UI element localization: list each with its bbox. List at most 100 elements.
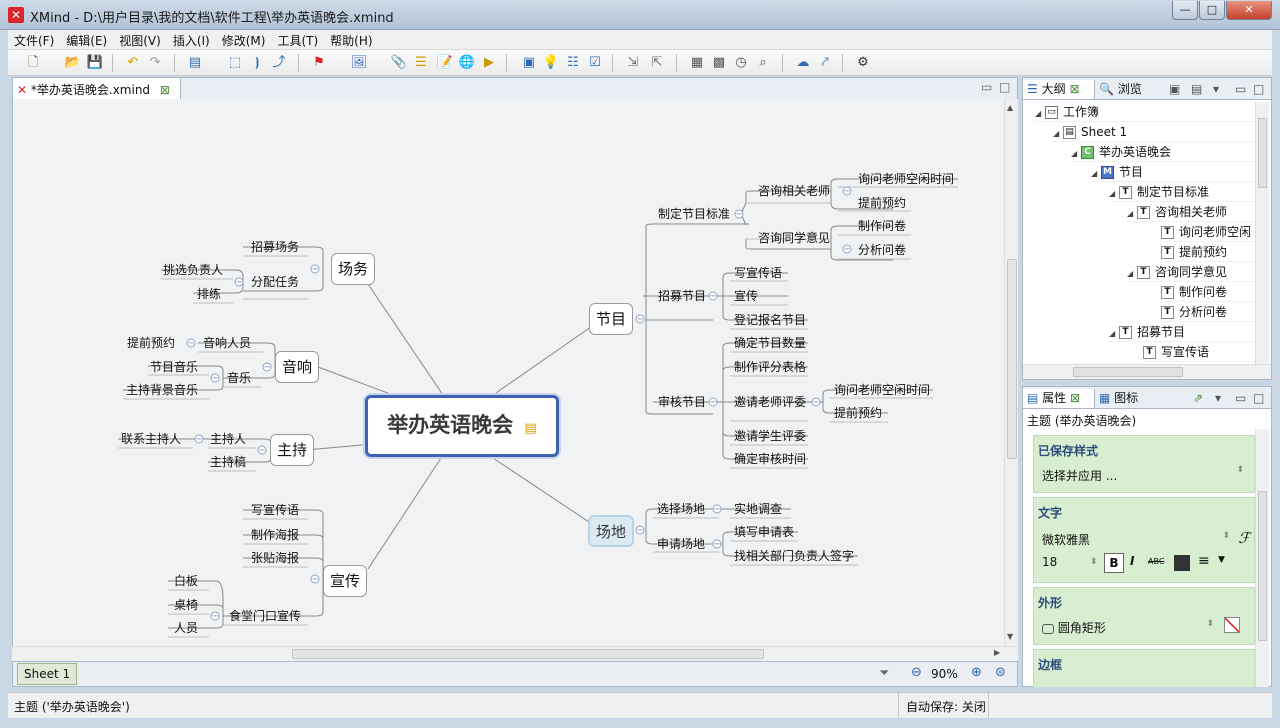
outline-row[interactable]: ◢ T 咨询同学意见 [1127,262,1255,282]
fill-color-swatch[interactable] [1224,617,1240,633]
menu-insert[interactable]: 插入(I) [167,30,216,51]
subtopic[interactable]: 写宣传语 [251,502,299,518]
outline-row[interactable]: T 提前预约 [1161,242,1255,262]
outline-row[interactable]: T 写宣传语 [1143,342,1255,362]
subtopic[interactable]: 申请场地 [657,536,705,552]
zoom-page-icon[interactable]: ⌕ [754,54,772,72]
collapse-toggle[interactable]: − [257,445,267,455]
drill-up-icon[interactable]: ⇱ [648,54,666,72]
subtopic[interactable]: 分配任务 [251,274,299,290]
subtopic[interactable]: 咨询同学意见 [758,230,830,246]
view-menu-icon[interactable]: ▾ [1215,389,1221,408]
subtopic[interactable]: 白板 [174,573,198,589]
outline-row[interactable]: ◢ C 举办英语晚会 [1071,142,1255,162]
menu-modify[interactable]: 修改(M) [216,30,272,51]
autosave-status[interactable]: 自动保存: 关闭 [906,698,986,715]
close-tab-icon[interactable]: ⊠ [160,83,170,97]
italic-toggle[interactable]: I [1130,554,1134,568]
subtopic[interactable]: 音乐 [227,370,251,386]
brainstorm-icon[interactable]: 💡 [542,54,560,72]
collapse-toggle[interactable]: − [712,504,722,514]
menu-tools[interactable]: 工具(T) [271,30,324,51]
minimize-button[interactable]: — [1172,1,1198,20]
collapse-toggle[interactable]: − [210,373,220,383]
subtopic[interactable]: 提前预约 [834,405,882,421]
style-apply-icon[interactable]: ⇗ [1193,389,1203,408]
settings-gear-icon[interactable]: ⚙ [854,54,872,72]
image-icon[interactable]: 🖼 [350,54,368,72]
subtopic[interactable]: 审核节目 [658,394,706,410]
collapse-toggle[interactable]: − [262,362,272,372]
audio-note-icon[interactable]: ▶ [480,54,498,72]
central-topic[interactable]: 举办英语晚会 ▤ [365,395,559,457]
minimize-panel-icon[interactable]: ▭ [1235,80,1246,99]
subtopic[interactable]: 确定审核时间 [734,451,806,467]
horizontal-scrollbar[interactable]: ▶ [12,646,1018,661]
outline-row[interactable]: T 分析问卷 [1161,302,1255,322]
collapse-toggle[interactable]: − [310,574,320,584]
presentation-icon[interactable]: ▣ [520,54,538,72]
outline-row[interactable]: ◢ ▭ 工作簿 [1035,102,1255,122]
subtopic[interactable]: 询问老师空闲时间 [858,171,954,187]
subtopic[interactable]: 食堂门口宣传 [229,608,301,624]
subtopic[interactable]: 节目音乐 [150,359,198,375]
map-icon[interactable]: ▩ [710,54,728,72]
collapse-toggle[interactable]: − [234,277,244,287]
horizontal-scroll-thumb[interactable] [292,649,764,659]
upload-icon[interactable]: ☁ [794,54,812,72]
task-icon[interactable]: ☑ [586,54,604,72]
subtopic[interactable]: 邀请老师评委 [734,394,806,410]
redo-icon[interactable]: ↷ [146,54,164,72]
vertical-scrollbar[interactable]: ▲ ▼ [1004,99,1018,646]
tab-icons[interactable]: ▦ 图标 [1099,389,1169,408]
subtopic[interactable]: 排练 [197,286,221,302]
view-menu-icon[interactable]: ▾ [1213,80,1219,99]
zoom-fit-icon[interactable]: ⊜ [995,665,1006,680]
gantt-icon[interactable]: ☷ [564,54,582,72]
open-folder-icon[interactable]: 📂 [64,54,82,72]
subtopic[interactable]: 音响人员 [203,335,251,351]
subtopic[interactable]: 咨询相关老师 [758,183,830,199]
outline-row[interactable]: ◢ M 节目 [1091,162,1255,182]
outline-row[interactable]: ◢ ▤ Sheet 1 [1053,122,1255,142]
drill-down-icon[interactable]: ⇲ [624,54,642,72]
minimize-editor-icon[interactable]: ▭ [981,80,992,94]
collapse-toggle[interactable]: − [635,525,645,535]
collapse-toggle[interactable]: − [708,397,718,407]
collapse-all-icon[interactable]: ▣ [1169,80,1180,99]
hyperlink-icon[interactable]: 🌐 [458,54,476,72]
text-color-swatch[interactable] [1174,555,1190,571]
subtopic[interactable]: 主持背景音乐 [126,382,198,398]
collapse-toggle[interactable]: − [842,244,852,254]
clock-icon[interactable]: ◷ [732,54,750,72]
subtopic[interactable]: 联系主持人 [121,431,181,447]
bold-toggle[interactable]: B [1104,553,1124,573]
tab-browse[interactable]: 🔍 浏览 [1099,80,1169,99]
collapse-toggle[interactable]: − [194,434,204,444]
menu-edit[interactable]: 编辑(E) [60,30,113,51]
font-size-field[interactable]: 18 [1042,555,1057,569]
filter-icon[interactable]: ⏷ [879,666,889,681]
subtopic[interactable]: 实地调查 [734,501,782,517]
subtopic[interactable]: 挑选负责人 [163,262,223,278]
topic-zhuchi[interactable]: 主持 [270,434,314,466]
subtopic[interactable]: 提前预约 [858,195,906,211]
font-picker-icon[interactable]: ℱ [1238,529,1250,547]
subtopic[interactable]: 找相关部门负责人签字 [734,548,854,564]
zoom-in-icon[interactable]: ⊕ [971,665,982,680]
subtopic[interactable]: 张贴海报 [251,550,299,566]
subtopic[interactable]: 选择场地 [657,501,705,517]
collapse-toggle[interactable]: − [635,314,645,324]
subtopic[interactable]: 邀请学生评委 [734,428,806,444]
subtopic[interactable]: 制作问卷 [858,218,906,234]
shape-select[interactable]: 圆角矩形 ⬍ [1034,617,1254,638]
chevron-down-icon[interactable]: ▼ [1218,555,1225,565]
maximize-panel-icon[interactable]: □ [1253,80,1264,99]
subtopic[interactable]: 登记报名节目 [734,312,806,328]
table-icon[interactable]: ▦ [688,54,706,72]
boundary-icon[interactable]: ⬚ [226,54,244,72]
close-tab-icon[interactable]: ⊠ [1070,391,1080,405]
subtopic[interactable]: 人员 [174,620,198,636]
attachment-icon[interactable]: 📎 [390,54,408,72]
maximize-panel-icon[interactable]: □ [1253,389,1264,408]
